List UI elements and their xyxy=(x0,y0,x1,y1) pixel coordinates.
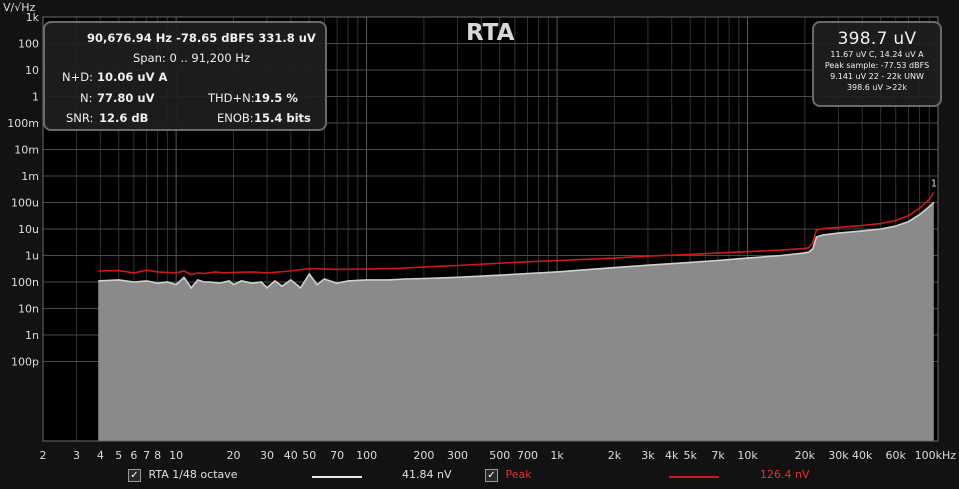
x-tick-label: 500 xyxy=(489,449,510,462)
level-detail-2: Peak sample: -77.53 dBFS xyxy=(824,61,930,70)
level-detail-3: 9.141 uV 22 - 22k UNW xyxy=(830,72,924,81)
n-plus-d-label: N+D: xyxy=(62,70,93,84)
x-tick-label: 4k xyxy=(665,449,679,462)
x-tick-label: 2 xyxy=(40,449,47,462)
level-panel: 398.7 uV 11.67 uV C, 14.24 uV A Peak sam… xyxy=(812,21,942,107)
x-tick-label: 5 xyxy=(115,449,122,462)
peak-marker-label: 1 xyxy=(931,178,937,189)
x-tick-label: 3k xyxy=(641,449,655,462)
cursor-readout: 90,676.94 Hz -78.65 dBFS 331.8 uV xyxy=(87,31,316,45)
y-tick-label: 10 xyxy=(25,64,39,77)
y-tick-label: 10u xyxy=(18,223,39,236)
x-tick-label: 7k xyxy=(711,449,725,462)
x-tick-label: 20k xyxy=(795,449,816,462)
y-tick-label: 1 xyxy=(32,91,39,104)
level-detail-1: 11.67 uV C, 14.24 uV A xyxy=(830,50,924,59)
peak-legend-label: Peak xyxy=(505,468,532,481)
x-tick-label: 7 xyxy=(143,449,150,462)
noise-value: 77.80 uV xyxy=(97,91,155,105)
peak-checkbox[interactable]: ✓ xyxy=(485,468,498,482)
peak-legend-value: 126.4 nV xyxy=(760,468,810,481)
n-plus-d-value: 10.06 uV A xyxy=(97,70,168,84)
x-tick-label: 6 xyxy=(130,449,137,462)
x-tick-label: 50 xyxy=(302,449,316,462)
rta-legend-value: 41.84 nV xyxy=(402,468,452,481)
noise-label: N: xyxy=(80,91,93,105)
x-tick-label: 8 xyxy=(154,449,161,462)
x-tick-label: 30 xyxy=(260,449,274,462)
measurement-panel: 90,676.94 Hz -78.65 dBFS 331.8 uV Span: … xyxy=(43,21,327,131)
y-tick-label: 1n xyxy=(25,329,39,342)
x-tick-label: 100kHz xyxy=(915,449,957,462)
level-detail-4: 398.6 uV >22k xyxy=(846,83,908,92)
y-tick-label: 10n xyxy=(18,303,39,316)
span-readout: Span: 0 .. 91,200 Hz xyxy=(133,51,250,65)
y-tick-label: 100n xyxy=(11,276,39,289)
x-tick-label: 3 xyxy=(73,449,80,462)
y-tick-label: 100p xyxy=(11,356,39,369)
x-tick-label: 1k xyxy=(550,449,564,462)
y-tick-label: 100m xyxy=(7,117,39,130)
legend-peak[interactable]: ✓ Peak xyxy=(485,468,532,482)
x-tick-label: 20 xyxy=(226,449,240,462)
level-main-value: 398.7 uV xyxy=(837,29,917,49)
y-tick-label: 100u xyxy=(11,197,39,210)
rta-checkbox[interactable]: ✓ xyxy=(128,468,141,482)
rta-legend-label: RTA 1/48 octave xyxy=(148,468,238,481)
thdn-label: THD+N: xyxy=(208,91,255,105)
enob-label: ENOB: xyxy=(217,111,254,125)
x-tick-label: 70 xyxy=(330,449,344,462)
x-tick-label: 40k xyxy=(852,449,873,462)
x-tick-label: 60k xyxy=(886,449,907,462)
rta-legend-swatch xyxy=(312,476,362,478)
peak-legend-swatch xyxy=(669,476,719,478)
x-tick-label: 40 xyxy=(284,449,298,462)
chart-title: RTA xyxy=(466,20,515,46)
thdn-value: 19.5 % xyxy=(254,91,298,105)
enob-value: 15.4 bits xyxy=(254,111,311,125)
y-tick-label: 1u xyxy=(25,250,39,263)
legend-rta[interactable]: ✓ RTA 1/48 octave xyxy=(128,468,238,482)
x-tick-label: 2k xyxy=(608,449,622,462)
y-axis-unit-label: V/√Hz xyxy=(3,1,36,14)
x-tick-label: 10k xyxy=(737,449,758,462)
y-tick-label: 1m xyxy=(21,170,39,183)
y-tick-label: 100 xyxy=(18,38,39,51)
x-tick-label: 200 xyxy=(413,449,434,462)
x-tick-label: 10 xyxy=(169,449,183,462)
y-tick-label: 10m xyxy=(14,144,39,157)
x-tick-label: 700 xyxy=(517,449,538,462)
x-tick-label: 100 xyxy=(356,449,377,462)
snr-label: SNR: xyxy=(66,111,94,125)
x-tick-label: 5k xyxy=(684,449,698,462)
snr-value: 12.6 dB xyxy=(99,111,149,125)
x-tick-label: 30k xyxy=(828,449,849,462)
x-tick-label: 300 xyxy=(447,449,468,462)
x-tick-label: 4 xyxy=(97,449,104,462)
